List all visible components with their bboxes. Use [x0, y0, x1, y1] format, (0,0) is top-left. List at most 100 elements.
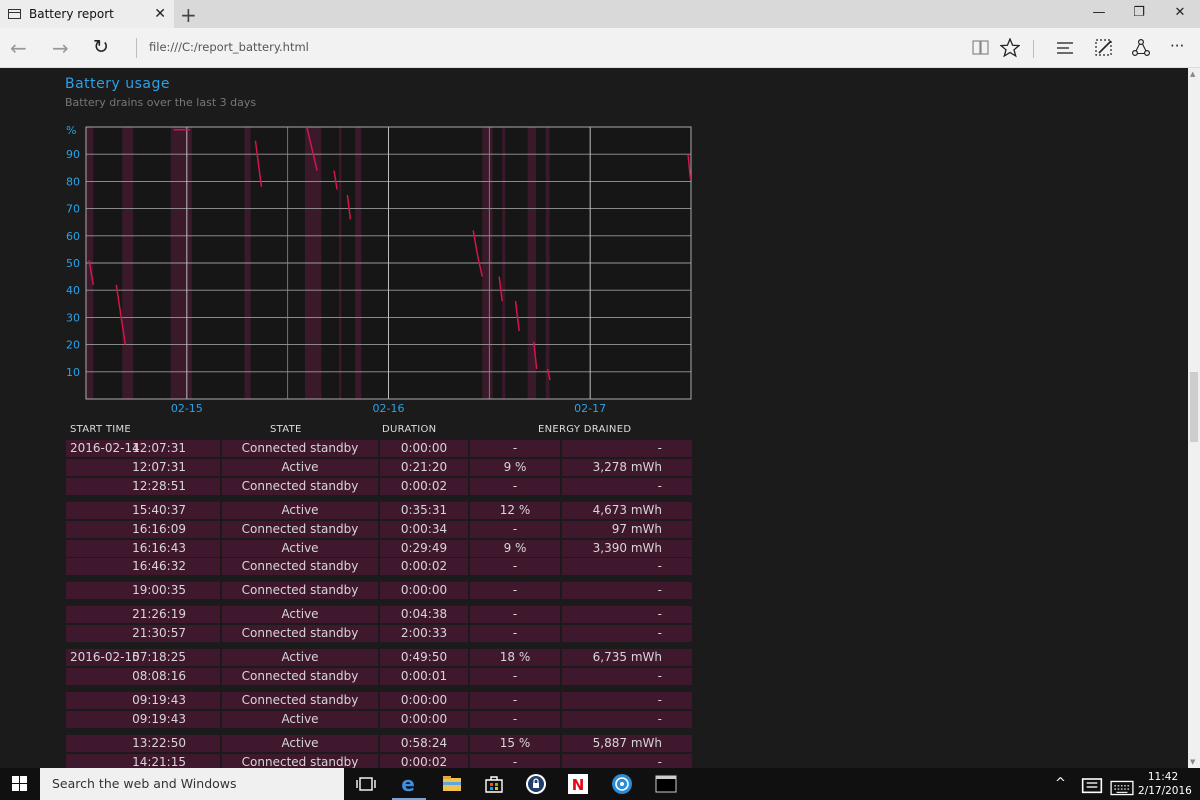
settings-app-icon[interactable]: [610, 772, 634, 796]
system-clock[interactable]: 11:42 2/17/2016: [1138, 770, 1192, 798]
state-cell: Connected standby: [222, 692, 378, 709]
state-cell: Active: [222, 502, 378, 519]
header-energy-drained: ENERGY DRAINED: [538, 424, 632, 435]
state-cell: Active: [222, 606, 378, 623]
section-title: Battery usage: [65, 76, 171, 92]
task-view-icon[interactable]: [354, 772, 378, 796]
forward-button[interactable]: →: [52, 36, 69, 60]
share-icon[interactable]: [1131, 38, 1151, 58]
y-tick-label: 10: [66, 366, 80, 379]
start-time-cell: 12:07:31: [132, 441, 186, 455]
y-tick-label: 90: [66, 148, 80, 161]
duration-cell: 0:00:00: [380, 711, 468, 728]
duration-cell: 2:00:33: [380, 625, 468, 642]
energy-percent-cell: -: [470, 558, 560, 575]
duration-cell: 0:00:02: [380, 558, 468, 575]
header-state: STATE: [270, 424, 302, 435]
energy-mwh-cell: 3,278 mWh: [562, 459, 692, 476]
energy-mwh-cell: 3,390 mWh: [562, 540, 692, 557]
edge-icon[interactable]: e: [396, 772, 420, 796]
energy-mwh-cell: -: [562, 606, 692, 623]
start-button[interactable]: [12, 776, 28, 792]
hub-icon[interactable]: [1056, 41, 1074, 55]
minimize-button[interactable]: —: [1089, 5, 1109, 20]
search-box[interactable]: Search the web and Windows: [40, 768, 344, 800]
energy-percent-cell: 9 %: [470, 459, 560, 476]
duration-cell: 0:04:38: [380, 606, 468, 623]
start-time-cell: 19:00:35: [66, 582, 220, 599]
state-cell: Connected standby: [222, 625, 378, 642]
duration-cell: 0:00:00: [380, 440, 468, 457]
start-time-cell: 21:30:57: [66, 625, 220, 642]
more-button[interactable]: ···: [1170, 37, 1184, 55]
start-time-cell: 09:19:43: [66, 692, 220, 709]
duration-cell: 0:21:20: [380, 459, 468, 476]
table-row: 14:21:15 Connected standby 0:00:02- -: [66, 754, 692, 768]
scroll-up-icon[interactable]: ▲: [1190, 70, 1195, 78]
duration-cell: 0:00:00: [380, 692, 468, 709]
show-hidden-icons-icon[interactable]: ^: [1055, 776, 1066, 791]
start-time-cell: 13:22:50: [66, 735, 220, 752]
store-icon[interactable]: [482, 772, 506, 796]
start-time-cell: 15:40:37: [66, 502, 220, 519]
start-time-cell: 07:18:25: [132, 650, 186, 664]
battery-usage-chart: 90 80 70 60 50 40 30 20 10% 02-15 02-16 02-17: [66, 124, 692, 415]
duration-cell: 0:49:50: [380, 649, 468, 666]
web-note-icon[interactable]: [1094, 38, 1114, 58]
energy-mwh-cell: -: [562, 668, 692, 685]
table-row: 09:19:43 Connected standby 0:00:00- -: [66, 692, 692, 709]
duration-cell: 0:35:31: [380, 502, 468, 519]
state-cell: Active: [222, 711, 378, 728]
scroll-down-icon[interactable]: ▼: [1190, 758, 1195, 766]
refresh-button[interactable]: ↻: [93, 36, 109, 58]
table-row: 16:16:09 Connected standby 0:00:34-97 mWh: [66, 521, 692, 538]
duration-cell: 0:00:02: [380, 754, 468, 768]
header-duration: DURATION: [382, 424, 437, 435]
duration-cell: 0:00:02: [380, 478, 468, 495]
start-time-cell: 16:46:32: [66, 558, 220, 575]
start-time-cell: 16:16:43: [66, 540, 220, 557]
energy-mwh-cell: -: [562, 440, 692, 457]
keyboard-icon[interactable]: [1110, 776, 1134, 800]
energy-percent-cell: 15 %: [470, 735, 560, 752]
file-explorer-icon[interactable]: [440, 772, 464, 796]
energy-mwh-cell: -: [562, 754, 692, 768]
duration-cell: 0:00:01: [380, 668, 468, 685]
netflix-icon[interactable]: N: [566, 772, 590, 796]
y-tick-label: 30: [66, 311, 80, 324]
lock-app-icon[interactable]: [524, 772, 548, 796]
energy-percent-cell: -: [470, 478, 560, 495]
y-tick-label: 60: [66, 230, 80, 243]
back-button[interactable]: ←: [10, 36, 27, 60]
table-row: 21:30:57 Connected standby 2:00:33- -: [66, 625, 692, 642]
new-tab-button[interactable]: +: [180, 3, 197, 27]
y-tick-label: 20: [66, 339, 80, 352]
table-row: 16:46:32 Connected standby 0:00:02- -: [66, 558, 692, 575]
energy-percent-cell: -: [470, 625, 560, 642]
state-cell: Active: [222, 735, 378, 752]
duration-cell: 0:29:49: [380, 540, 468, 557]
start-time-cell: 09:19:43: [66, 711, 220, 728]
reading-view-icon[interactable]: [972, 40, 990, 56]
action-center-icon[interactable]: [1080, 775, 1104, 799]
table-row: 15:40:37 Active 0:35:31 12 % 4,673 mWh: [66, 502, 692, 519]
favorite-star-icon[interactable]: [1000, 38, 1020, 58]
close-tab-icon[interactable]: ✕: [154, 6, 166, 22]
scrollbar-thumb[interactable]: [1190, 372, 1198, 442]
scrollbar[interactable]: ▲ ▼: [1188, 68, 1200, 768]
close-window-button[interactable]: ✕: [1170, 5, 1190, 20]
address-bar[interactable]: file:///C:/report_battery.html: [149, 40, 309, 54]
tab-battery-report[interactable]: Battery report ✕: [0, 0, 174, 28]
energy-mwh-cell: -: [562, 582, 692, 599]
energy-mwh-cell: -: [562, 558, 692, 575]
energy-percent-cell: -: [470, 668, 560, 685]
search-placeholder: Search the web and Windows: [52, 776, 237, 791]
energy-mwh-cell: -: [562, 711, 692, 728]
header-start-time: START TIME: [70, 424, 132, 435]
restore-button[interactable]: ❐: [1129, 5, 1149, 20]
state-cell: Connected standby: [222, 668, 378, 685]
energy-percent-cell: -: [470, 582, 560, 599]
energy-percent-cell: 12 %: [470, 502, 560, 519]
energy-mwh-cell: 6,735 mWh: [562, 649, 692, 666]
command-prompt-icon[interactable]: [654, 772, 678, 796]
